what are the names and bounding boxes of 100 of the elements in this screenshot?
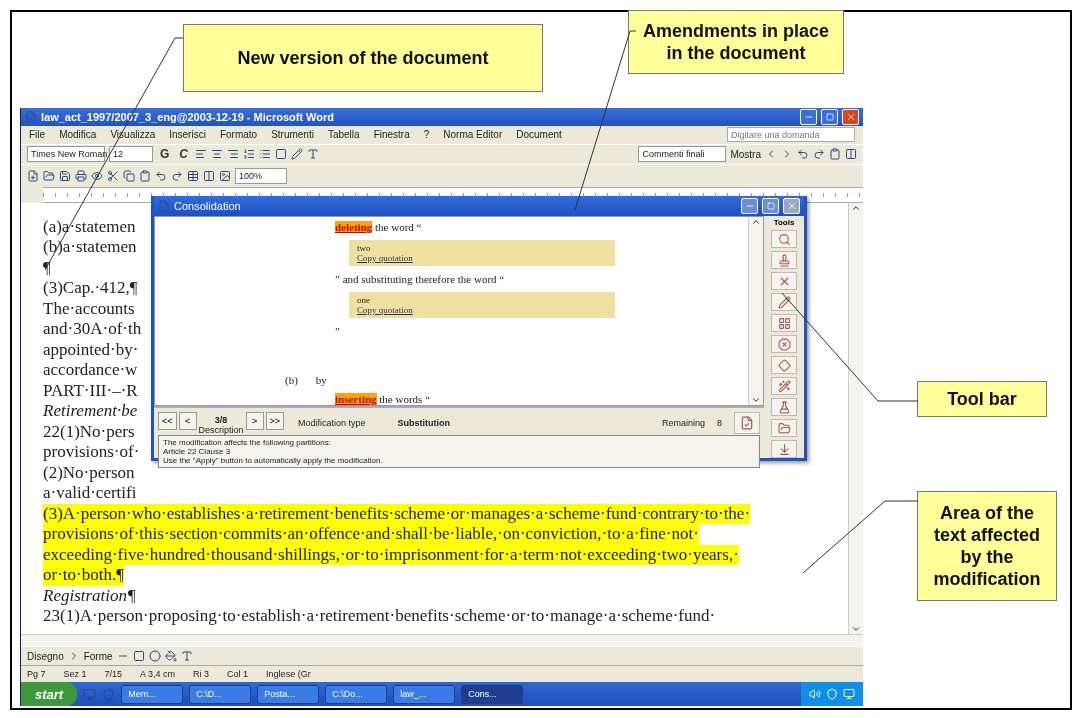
font-color-icon[interactable] (180, 650, 193, 663)
menu-item[interactable]: Inserisci (169, 129, 206, 141)
font-dropdown[interactable]: Times New Roman (27, 146, 105, 163)
minimize-button[interactable] (741, 198, 758, 214)
close-button[interactable] (783, 198, 800, 214)
show-menu[interactable]: Mostra (730, 148, 761, 160)
item-number: (b) (285, 374, 298, 386)
monitor-icon[interactable] (843, 688, 855, 700)
reject-change-icon[interactable] (813, 148, 825, 161)
table-icon[interactable] (187, 170, 199, 183)
menu-item[interactable]: Finestra (373, 129, 410, 141)
align-center-icon[interactable] (211, 148, 223, 161)
x-button[interactable] (771, 272, 797, 290)
align-right-icon[interactable] (227, 148, 239, 161)
maximize-button[interactable] (762, 198, 779, 214)
menu-item[interactable]: Modifica (59, 129, 97, 141)
last-button[interactable]: >> (265, 412, 285, 430)
taskbar-button[interactable]: Mem... (121, 684, 184, 704)
vertical-scrollbar[interactable] (848, 202, 863, 634)
font-color-icon[interactable] (307, 148, 319, 161)
search-field[interactable]: Digitare una domanda (727, 127, 855, 143)
taskbar-button[interactable]: Cons... (461, 684, 524, 704)
restore-button[interactable] (821, 108, 838, 125)
menu-item[interactable]: Tabella (327, 129, 360, 141)
numbered-list-icon[interactable] (243, 148, 255, 161)
search-button[interactable] (771, 230, 797, 248)
rectangle-icon[interactable] (132, 650, 145, 663)
paste-icon[interactable] (139, 170, 151, 183)
type-value: Substitution (397, 418, 451, 428)
stop-button[interactable] (771, 335, 797, 353)
apply-button[interactable] (734, 412, 760, 434)
zoom-dropdown[interactable]: 100% (235, 168, 287, 185)
close-button[interactable] (842, 108, 859, 125)
menu-item[interactable]: File (29, 129, 46, 141)
shield-icon[interactable] (826, 688, 838, 700)
menu-item[interactable]: Formato (219, 129, 258, 141)
review-pane-icon[interactable] (845, 148, 857, 161)
oval-icon[interactable] (148, 650, 161, 663)
bold-button[interactable]: G (157, 147, 173, 162)
speaker-icon[interactable] (809, 688, 821, 700)
stamp-button[interactable] (771, 251, 797, 269)
taskbar-button[interactable]: Posta... (257, 684, 320, 704)
size-dropdown[interactable]: 12 (109, 146, 153, 163)
previous-button[interactable]: < (178, 412, 197, 430)
diamond-button[interactable] (771, 356, 797, 374)
grid-button[interactable] (771, 314, 797, 332)
columns-icon[interactable] (203, 170, 215, 183)
fill-color-icon[interactable] (164, 650, 177, 663)
first-button[interactable]: << (158, 412, 177, 430)
align-left-icon[interactable] (195, 148, 207, 161)
comment-icon[interactable] (829, 148, 841, 161)
folder-icon[interactable] (43, 170, 55, 183)
pencil-button[interactable] (771, 293, 797, 311)
picture-icon[interactable] (219, 170, 231, 183)
highlighted-text: or·to·both.¶ (43, 565, 124, 586)
scroll-down-icon[interactable] (751, 395, 761, 405)
save-icon[interactable] (59, 170, 71, 183)
redo-icon[interactable] (171, 170, 183, 183)
horizontal-scrollbar[interactable] (154, 406, 764, 408)
copy-link[interactable]: Copy quotation (357, 305, 413, 315)
document-text: provisions·of· (43, 442, 140, 463)
menu-item[interactable]: Document (516, 129, 562, 141)
taskbar-button[interactable]: C:\Do... (325, 684, 388, 704)
highlight-icon[interactable] (291, 148, 303, 161)
printer-icon[interactable] (75, 170, 87, 183)
border-icon[interactable] (275, 148, 287, 161)
search-icon (777, 232, 791, 246)
menu-item[interactable]: Strumenti (271, 129, 314, 141)
markup-dropdown[interactable]: Commenti finali (638, 146, 727, 163)
vertical-scrollbar[interactable] (748, 217, 763, 405)
minimize-button[interactable] (800, 108, 817, 125)
copy-link[interactable]: Copy quotation (357, 253, 413, 263)
menu-item[interactable]: ? (423, 129, 430, 141)
new-document-icon[interactable] (27, 170, 39, 183)
square-icon (825, 112, 834, 121)
scissors-icon[interactable] (107, 170, 119, 183)
menu-item[interactable]: Visualizza (110, 129, 156, 141)
bullet-list-icon[interactable] (259, 148, 271, 161)
status-text: Ri 3 (193, 669, 210, 680)
scroll-up-icon[interactable] (751, 217, 761, 227)
drawing-menu[interactable]: Disegno (27, 650, 64, 662)
pencil-icon (777, 295, 791, 309)
folder-button[interactable] (771, 419, 797, 437)
wand-button[interactable] (771, 377, 797, 395)
stamp-icon (777, 253, 791, 267)
start-button[interactable]: start (21, 682, 78, 706)
preview-icon[interactable] (91, 170, 103, 183)
shapes-menu[interactable]: Forme (83, 650, 113, 662)
taskbar-button[interactable]: law_... (393, 684, 456, 704)
taskbar-button[interactable]: C:\D... (189, 684, 252, 704)
status-text: Pg 7 (27, 669, 46, 680)
highlighted-text: (3)A·person·who·establishes·a·retirement·benefits·scheme·or·manages·a·scheme·fund·contrary·to·the· (43, 503, 751, 525)
menu-item[interactable]: Norma Editor (443, 129, 503, 141)
download-button[interactable] (771, 440, 797, 458)
italic-button[interactable]: C (176, 147, 191, 162)
flask-button[interactable] (771, 398, 797, 416)
accept-change-icon[interactable] (797, 148, 809, 161)
copy-icon[interactable] (123, 170, 135, 183)
next-button[interactable]: > (245, 412, 264, 430)
undo-icon[interactable] (155, 170, 167, 183)
